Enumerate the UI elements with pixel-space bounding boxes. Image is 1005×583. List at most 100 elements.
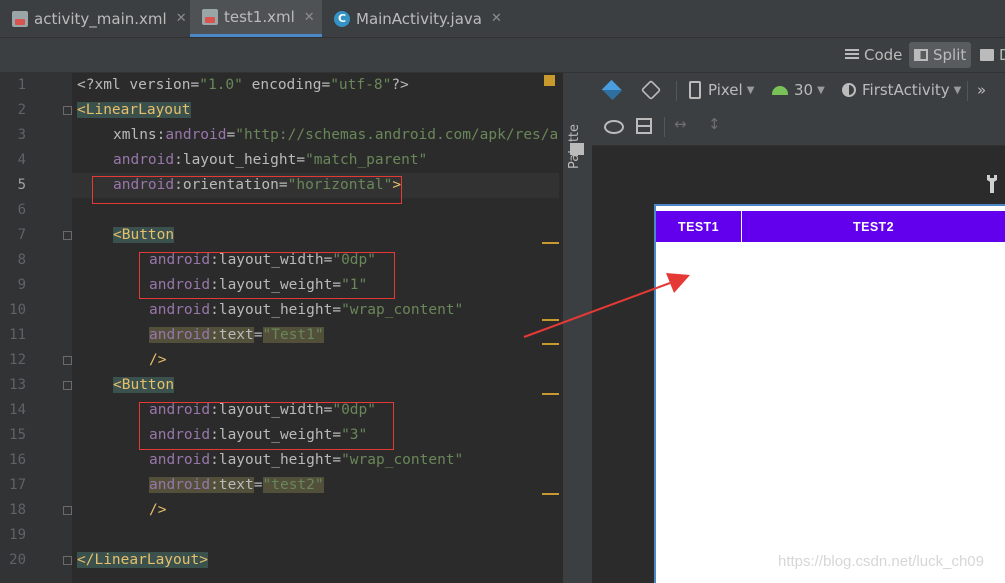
line-number: 5 <box>17 177 26 193</box>
tab-activity-main-xml[interactable]: activity_main.xml ✕ <box>0 0 190 37</box>
attr-name: :layout_height <box>210 302 333 318</box>
orientation-button[interactable] <box>640 79 662 101</box>
error-stripe[interactable] <box>540 73 559 583</box>
attr-name: :text <box>210 327 254 343</box>
toolbar-divider <box>664 117 665 137</box>
palette-label[interactable]: Palette <box>567 89 582 169</box>
attr-value: "match_parent" <box>305 152 428 168</box>
layers-button[interactable] <box>601 79 623 101</box>
line-number: 9 <box>17 277 26 293</box>
line-number: 19 <box>9 527 26 543</box>
attr-prefix: xmlns: <box>113 127 166 143</box>
split-view-label: Split <box>933 46 967 64</box>
fold-toggle-icon[interactable] <box>63 231 72 240</box>
fold-toggle-icon[interactable] <box>63 506 72 515</box>
attr-name: :layout_height <box>174 152 297 168</box>
overflow-button[interactable]: » <box>977 81 986 99</box>
tab-label: activity_main.xml <box>34 9 167 28</box>
warning-indicator-icon[interactable] <box>544 75 555 86</box>
close-icon[interactable]: ✕ <box>491 11 502 26</box>
close-icon[interactable]: ✕ <box>176 11 187 26</box>
eye-icon <box>604 120 624 134</box>
code-line-4: android:layout_height="match_parent" <box>113 148 427 173</box>
attr-name: version <box>129 77 191 93</box>
tab-label: MainActivity.java <box>356 9 482 28</box>
layout-grid-icon <box>636 118 652 134</box>
layers-icon <box>601 79 623 101</box>
equals-sign: = <box>296 152 306 168</box>
line-number: 20 <box>9 552 26 568</box>
attr-value: "test2" <box>262 477 324 493</box>
watermark-text: https://blog.csdn.net/luck_ch09 <box>778 553 984 570</box>
xml-file-icon <box>202 9 218 25</box>
horizontal-arrows-icon: ↔ <box>674 115 687 133</box>
line-number: 8 <box>17 252 26 268</box>
view-mode-bar: Code Split D <box>0 38 1005 73</box>
theme-icon <box>842 83 856 97</box>
warning-mark[interactable] <box>542 493 559 495</box>
preview-button-test2[interactable]: TEST2 <box>742 211 1005 242</box>
line-number: 3 <box>17 127 26 143</box>
fold-toggle-icon[interactable] <box>63 556 72 565</box>
split-view-button[interactable]: Split <box>909 42 972 68</box>
warning-mark[interactable] <box>542 319 559 321</box>
palette-side-tab[interactable]: Palette <box>562 73 593 583</box>
tab-label: test1.xml <box>224 8 295 26</box>
namespace: android <box>149 302 211 318</box>
view-options-button[interactable] <box>604 120 624 134</box>
line-number: 7 <box>17 227 26 243</box>
code-line-16: android:layout_height="wrap_content" <box>149 448 463 473</box>
code-editor[interactable]: <?xml version="1.0" encoding="utf-8"?> <… <box>72 73 559 583</box>
warning-mark[interactable] <box>542 242 559 244</box>
wrench-icon[interactable] <box>986 175 998 193</box>
device-dropdown[interactable]: Pixel ▼ <box>689 81 754 99</box>
code-view-label: Code <box>864 46 903 64</box>
image-icon <box>980 49 994 61</box>
fold-toggle-icon[interactable] <box>63 356 72 365</box>
design-subtoolbar: ↔ ↕ <box>592 109 1005 146</box>
palette-icon[interactable] <box>570 143 584 155</box>
design-view-button[interactable]: D <box>975 42 1005 68</box>
attr-name: :text <box>210 477 254 493</box>
chevron-down-icon: ▼ <box>953 84 962 96</box>
namespace: android <box>113 152 175 168</box>
device-preview-screen[interactable]: TEST1 TEST2 <box>654 204 1005 583</box>
theme-dropdown[interactable]: FirstActivity ▼ <box>842 81 961 99</box>
code-line-13: <Button <box>113 373 175 398</box>
code-line-2: <LinearLayout <box>77 98 191 123</box>
warning-mark[interactable] <box>542 393 559 395</box>
attr-value: "Test1" <box>262 327 324 343</box>
toolbar-divider <box>967 81 968 101</box>
namespace: android <box>149 477 211 493</box>
attr-value: "wrap_content" <box>341 302 464 318</box>
api-level-dropdown[interactable]: 30 ▼ <box>772 81 825 99</box>
toolbar-divider <box>676 81 677 101</box>
java-class-icon: C <box>334 10 350 27</box>
equals-sign: = <box>226 127 236 143</box>
line-number: 16 <box>9 452 26 468</box>
overflow-icon: » <box>977 81 987 99</box>
equals-sign: = <box>190 77 200 93</box>
namespace: android <box>149 452 211 468</box>
close-icon[interactable]: ✕ <box>304 10 315 25</box>
tab-test1-xml[interactable]: test1.xml ✕ <box>190 0 322 37</box>
warning-mark[interactable] <box>542 343 559 345</box>
horizontal-resize-button[interactable]: ↔ <box>674 115 687 133</box>
rotate-icon <box>640 79 662 101</box>
tag-close: </LinearLayout> <box>77 552 208 568</box>
device-label: Pixel <box>708 81 743 99</box>
preview-button-test1[interactable]: TEST1 <box>656 211 741 242</box>
xml-file-icon <box>12 10 28 27</box>
equals-sign: = <box>332 302 342 318</box>
blueprint-toggle-button[interactable] <box>636 118 652 134</box>
line-number: 13 <box>9 377 26 393</box>
equals-sign: = <box>253 327 263 343</box>
vertical-resize-button[interactable]: ↕ <box>708 115 721 133</box>
tab-mainactivity-java[interactable]: C MainActivity.java ✕ <box>322 0 502 37</box>
fold-toggle-icon[interactable] <box>63 106 72 115</box>
fold-toggle-icon[interactable] <box>63 381 72 390</box>
code-view-button[interactable]: Code <box>840 42 907 68</box>
code-line-11: android:text="Test1" <box>149 323 324 348</box>
tag-open: <Button <box>113 377 175 393</box>
namespace: android <box>165 127 227 143</box>
